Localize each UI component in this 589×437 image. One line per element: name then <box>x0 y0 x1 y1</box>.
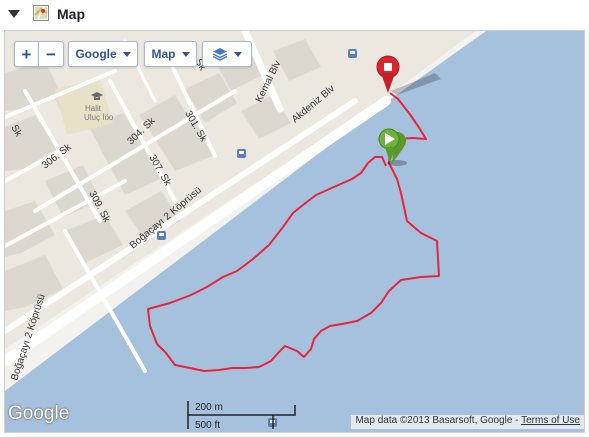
layers-icon <box>212 48 228 61</box>
map-provider-dropdown[interactable]: Google <box>68 41 138 67</box>
google-logo: Google <box>8 403 70 424</box>
panel-title: Map <box>57 6 85 22</box>
bus-stop-icon <box>157 231 166 240</box>
chevron-down-icon <box>181 51 190 57</box>
poi-label: Uluç İöo <box>84 113 114 122</box>
map-attribution: Map data ©2013 Basarsoft, Google - Terms… <box>351 415 584 429</box>
zoom-out-button[interactable]: − <box>38 41 64 67</box>
map-view[interactable]: Kemal Blv Akdeniz Blv Boğaçayı 2 Köprüsü… <box>4 30 585 433</box>
map-canvas[interactable]: Kemal Blv Akdeniz Blv Boğaçayı 2 Köprüsü… <box>5 31 585 433</box>
terms-of-use-link[interactable]: Terms of Use <box>521 415 580 426</box>
minus-icon: − <box>46 44 56 64</box>
map-panel-header: Map <box>0 0 589 28</box>
provider-label: Google <box>75 47 117 61</box>
map-icon <box>33 5 49 21</box>
bus-stop-icon <box>348 49 357 58</box>
chevron-down-icon <box>234 51 242 57</box>
zoom-in-button[interactable]: + <box>14 41 39 67</box>
bus-stop-icon <box>237 149 246 158</box>
chevron-down-icon <box>122 51 131 57</box>
map-type-label: Map <box>151 47 176 61</box>
attribution-text: Map data ©2013 Basarsoft, Google - <box>355 415 522 426</box>
scale-metric-label: 200 m <box>195 402 223 413</box>
scale-imperial-label: 500 ft <box>195 420 221 431</box>
map-type-dropdown[interactable]: Map <box>144 41 197 67</box>
poi-label: Halit <box>85 104 102 113</box>
triangle-down-icon[interactable] <box>8 10 20 18</box>
layers-dropdown[interactable] <box>202 41 252 67</box>
plus-icon: + <box>21 44 32 64</box>
